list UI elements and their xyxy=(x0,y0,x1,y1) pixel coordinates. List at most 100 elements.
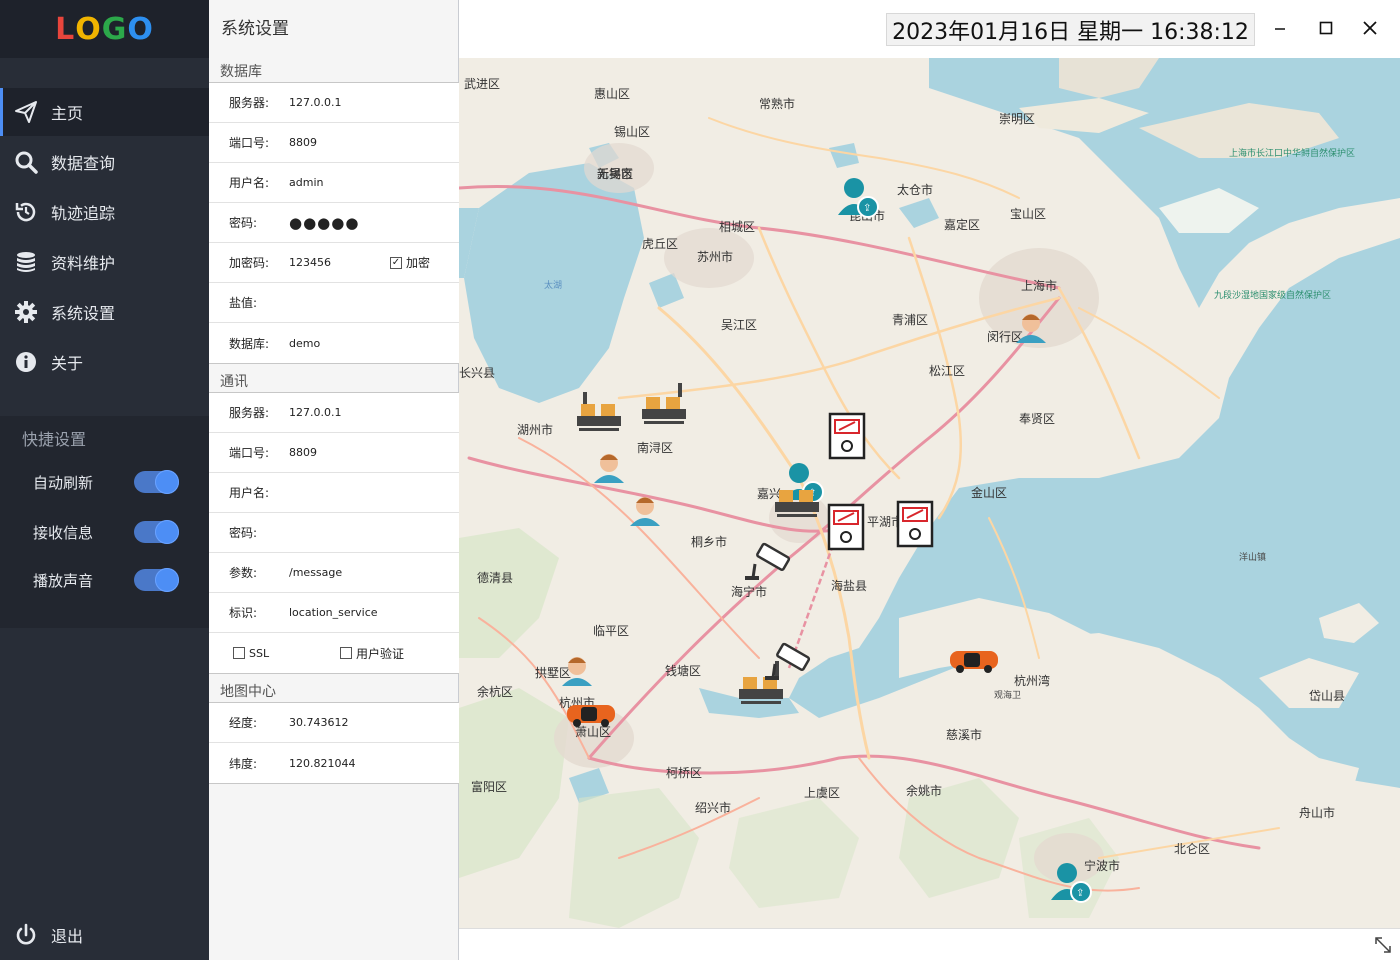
db-password-label: 密码: xyxy=(229,216,258,230)
lng-field[interactable]: 30.743612 xyxy=(289,716,349,729)
comm-tag-label: 标识: xyxy=(229,606,258,620)
search-icon xyxy=(14,150,38,174)
db-key-field[interactable]: 123456 xyxy=(289,256,331,269)
db-password-field[interactable]: ●●●●● xyxy=(289,214,359,232)
db-name-row: 数据库: demo xyxy=(209,323,459,363)
svg-text:⇪: ⇪ xyxy=(863,203,871,214)
sidebar-item-label: 主页 xyxy=(51,104,84,123)
map-label: 相城区 xyxy=(719,220,755,234)
svg-text:⇪: ⇪ xyxy=(1076,888,1084,899)
database-form: 服务器: 127.0.0.1 端口号: 8809 用户名: admin 密码: … xyxy=(209,82,459,364)
logout-button[interactable]: 退出 xyxy=(0,911,209,959)
meter-marker-icon[interactable] xyxy=(828,412,866,460)
logo-letter-l: L xyxy=(55,11,76,47)
map-label: 萧山区 xyxy=(575,725,611,739)
sidebar-item-home[interactable]: 主页 xyxy=(0,88,209,136)
sidebar-item-label: 轨迹追踪 xyxy=(51,204,116,223)
comm-form: 服务器: 127.0.0.1 端口号: 8809 用户名: 密码: 参数: /m… xyxy=(209,392,459,674)
map-label: 北仑区 xyxy=(1174,842,1210,856)
user-auth-checkbox[interactable]: 用户验证 xyxy=(340,645,404,662)
user-auth-label: 用户验证 xyxy=(356,646,405,661)
db-name-label: 数据库: xyxy=(229,336,270,351)
comm-server-field[interactable]: 127.0.0.1 xyxy=(289,406,341,419)
db-key-label: 加密码: xyxy=(229,256,270,270)
comm-port-field[interactable]: 8809 xyxy=(289,446,317,459)
comm-options-row: SSL 用户验证 xyxy=(209,633,459,673)
map-label: 杭州湾 xyxy=(1014,673,1050,688)
map-label: 苏州市 xyxy=(697,249,733,264)
comm-password-label: 密码: xyxy=(229,526,258,540)
db-server-field[interactable]: 127.0.0.1 xyxy=(289,96,341,109)
sidebar-item-about[interactable]: 关于 xyxy=(0,338,209,386)
sidebar-item-track[interactable]: 轨迹追踪 xyxy=(0,188,209,236)
db-user-row: 用户名: admin xyxy=(209,163,459,203)
comm-tag-field[interactable]: location_service xyxy=(289,606,378,619)
close-button[interactable] xyxy=(1352,12,1388,44)
meter-marker-icon[interactable] xyxy=(827,503,865,551)
logo-letter-o2: O xyxy=(127,11,154,47)
auto-refresh-toggle[interactable] xyxy=(134,470,179,494)
map-label: 锡山区 xyxy=(614,124,650,139)
db-salt-label: 盐值: xyxy=(229,296,258,310)
play-sound-toggle[interactable] xyxy=(134,568,179,592)
map-label: 岱山县 xyxy=(1309,689,1345,703)
lat-field[interactable]: 120.821044 xyxy=(289,757,355,770)
map-label: 太湖 xyxy=(544,279,562,291)
lat-label: 纬度: xyxy=(229,756,258,771)
db-port-field[interactable]: 8809 xyxy=(289,136,317,149)
sidebar-item-data-query[interactable]: 数据查询 xyxy=(0,138,209,186)
db-key-row: 加密码: 123456 ✓ 加密 xyxy=(209,243,459,283)
ssl-checkbox[interactable]: SSL xyxy=(233,647,269,660)
minimize-icon xyxy=(1275,28,1285,30)
map-label: 武进区 xyxy=(464,77,500,91)
info-icon xyxy=(14,350,38,374)
map-label: 舟山市 xyxy=(1299,805,1335,820)
encrypt-checkbox[interactable]: ✓ 加密 xyxy=(390,254,430,271)
toggle-label: 自动刷新 xyxy=(33,473,94,492)
db-user-field[interactable]: admin xyxy=(289,176,323,189)
db-name-field[interactable]: demo xyxy=(289,337,320,350)
comm-param-label: 参数: xyxy=(229,566,258,580)
map-label: 桐乡市 xyxy=(691,534,727,549)
sidebar: LOGO 主页 数据查询 轨迹追踪 资料维护 系统设置 关于 快捷设置 自动刷新… xyxy=(0,0,209,960)
receive-info-toggle[interactable] xyxy=(134,520,179,544)
map-label: 上海市长江口中华鲟自然保护区 xyxy=(1229,147,1355,159)
sidebar-item-settings[interactable]: 系统设置 xyxy=(0,288,209,336)
map-label: 海盐县 xyxy=(831,578,867,593)
minimize-button[interactable] xyxy=(1262,12,1298,44)
lat-row: 纬度: 120.821044 xyxy=(209,743,459,783)
map-label: 惠山区 xyxy=(594,87,630,101)
meter-marker-icon[interactable] xyxy=(896,500,934,548)
map-label: 无锡市 xyxy=(597,166,633,181)
map-label: 长兴县 xyxy=(459,366,495,380)
history-icon xyxy=(14,200,38,224)
db-password-row: 密码: ●●●●● xyxy=(209,203,459,243)
settings-panel: 系统设置 数据库 服务器: 127.0.0.1 端口号: 8809 用户名: a… xyxy=(209,0,459,960)
map-label: 常熟市 xyxy=(759,96,795,111)
checkbox-unchecked-icon xyxy=(340,647,352,659)
comm-param-field[interactable]: /message xyxy=(289,566,342,579)
lng-row: 经度: 30.743612 xyxy=(209,703,459,743)
comm-section-title: 通讯 xyxy=(220,374,248,390)
paper-plane-icon xyxy=(14,100,38,124)
checkbox-unchecked-icon xyxy=(233,647,245,659)
comm-param-row: 参数: /message xyxy=(209,553,459,593)
map-label: 松江区 xyxy=(929,364,965,378)
sidebar-item-data-maintenance[interactable]: 资料维护 xyxy=(0,238,209,286)
logo-letter-g: G xyxy=(101,11,128,47)
comm-password-row: 密码: xyxy=(209,513,459,553)
map-view[interactable]: 武进区 惠山区 常熟市 崇明区 新吴区 锡山区 无锡市 太仓市 昆山市 嘉定区 … xyxy=(459,58,1400,928)
sidebar-item-label: 系统设置 xyxy=(51,304,116,323)
sidebar-item-label: 数据查询 xyxy=(51,154,116,173)
map-label: 虎丘区 xyxy=(642,237,678,251)
map-label: 九段沙湿地国家级自然保护区 xyxy=(1214,289,1331,301)
resize-grip-icon[interactable] xyxy=(1372,934,1394,956)
settings-title: 系统设置 xyxy=(221,19,289,39)
map-label: 钱塘区 xyxy=(665,663,701,678)
logo-letter-o1: O xyxy=(75,11,102,47)
map-label: 柯桥区 xyxy=(666,766,702,780)
lng-label: 经度: xyxy=(229,716,258,730)
power-icon xyxy=(14,923,38,947)
maximize-button[interactable] xyxy=(1308,12,1344,44)
comm-user-label: 用户名: xyxy=(229,486,270,500)
